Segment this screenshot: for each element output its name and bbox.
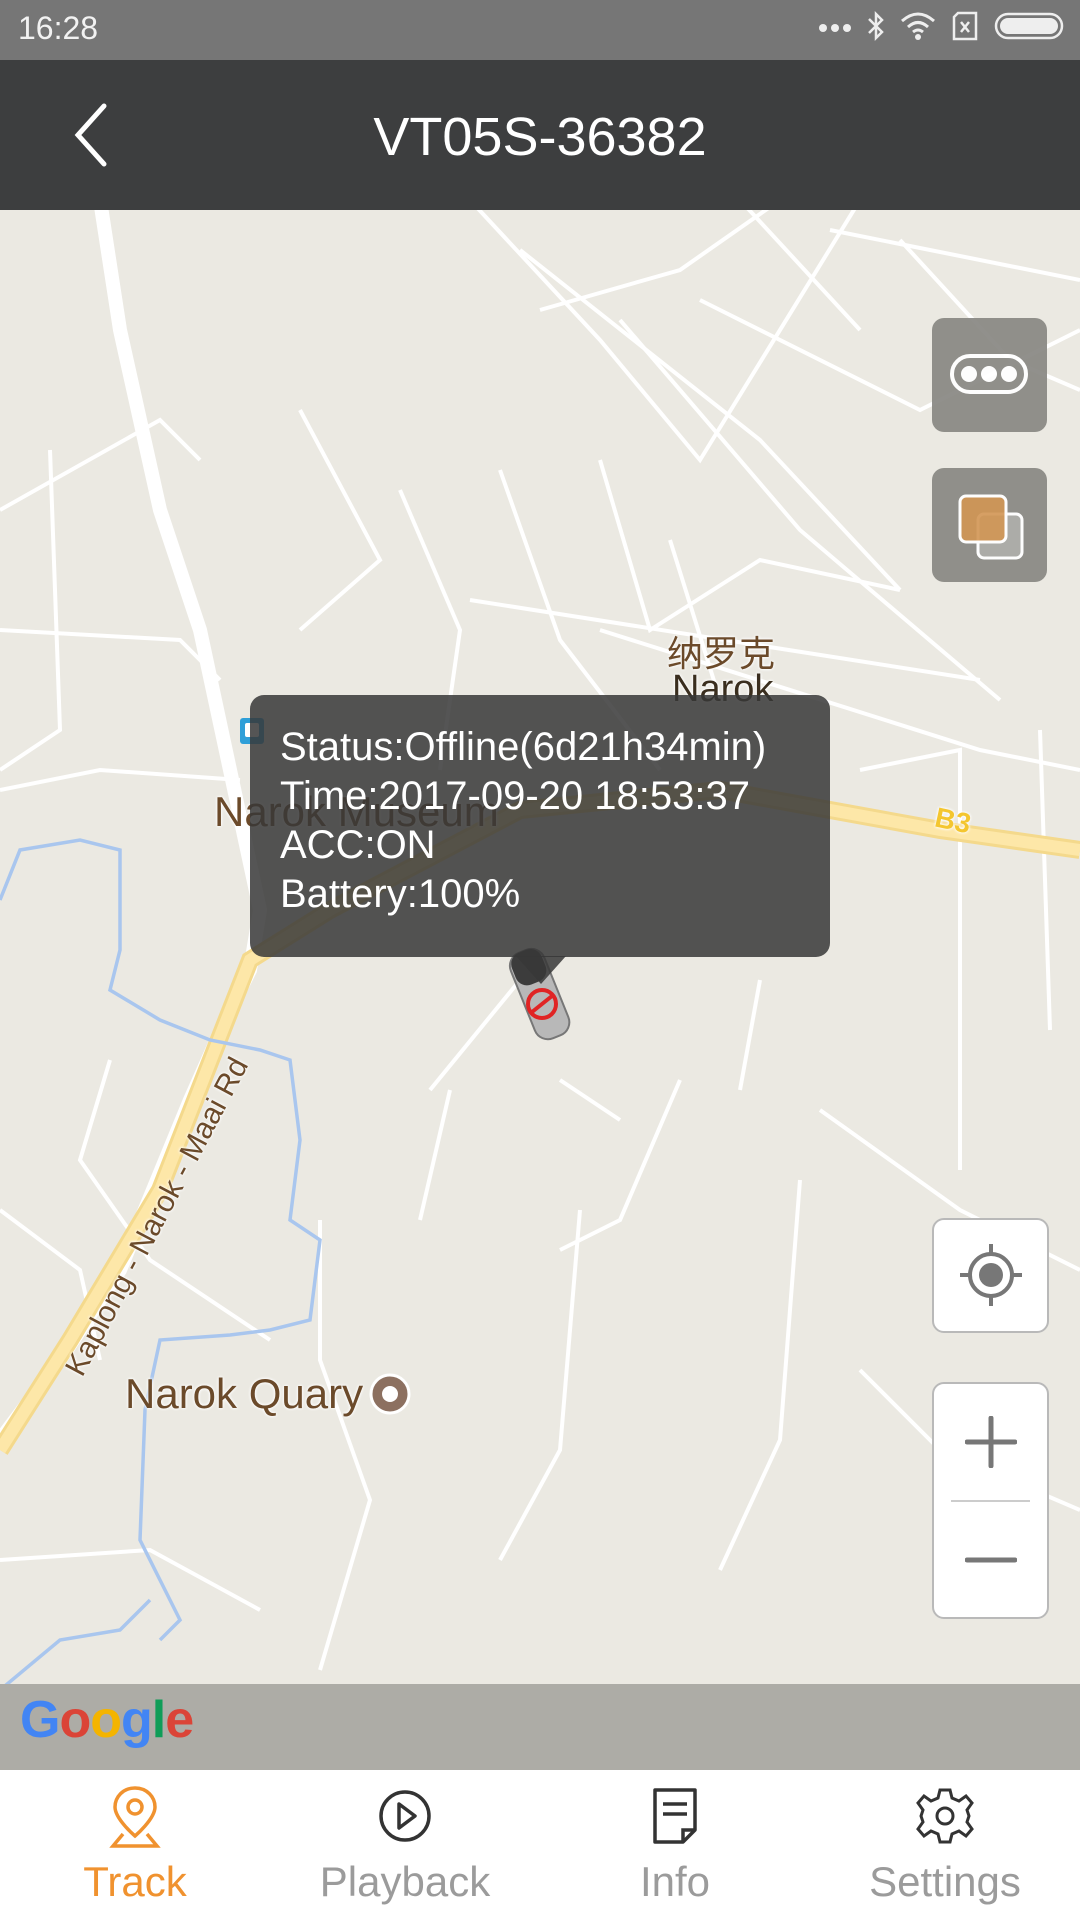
tab-settings-label: Settings (869, 1858, 1021, 1905)
tab-info-label: Info (639, 1858, 711, 1905)
zoom-out-button[interactable] (934, 1502, 1047, 1617)
tab-track-label: Track (83, 1858, 187, 1905)
status-bar: 16:28 (0, 0, 1080, 60)
document-icon (653, 1788, 697, 1844)
app-header: VT05S-36382 (0, 60, 1080, 210)
status-icons (818, 10, 1066, 42)
quarry-poi-icon (369, 1373, 411, 1415)
bluetooth-icon (868, 10, 884, 42)
tab-playback-label: Playback (319, 1858, 491, 1905)
tab-settings[interactable]: Settings (810, 1770, 1080, 1920)
bottom-nav: Track Playback Info Settings (0, 1770, 1080, 1920)
gear-icon (916, 1788, 974, 1844)
play-circle-icon (379, 1790, 431, 1842)
wifi-icon (901, 12, 935, 40)
map-view[interactable]: 纳罗克 Narok Narok Museum B3 Kaplong - Naro… (0, 210, 1080, 1770)
no-sim-icon (952, 11, 978, 41)
layers-icon (958, 494, 1024, 560)
battery-icon (994, 12, 1064, 40)
more-icon (950, 354, 1028, 394)
tab-track[interactable]: Track (0, 1770, 270, 1920)
popup-pointer (516, 956, 566, 984)
map-layers-button[interactable] (932, 468, 1047, 582)
locate-button[interactable] (932, 1218, 1049, 1333)
minus-icon (964, 1557, 1017, 1562)
zoom-in-button[interactable] (934, 1384, 1047, 1500)
popup-acc: ACC:ON (280, 823, 436, 867)
zoom-controls (932, 1382, 1049, 1619)
locate-icon (960, 1244, 1022, 1306)
tab-info[interactable]: Info (540, 1770, 810, 1920)
more-button[interactable] (932, 318, 1047, 432)
more-dots-icon (819, 24, 851, 32)
popup-battery: Battery:100% (280, 872, 521, 916)
vehicle-info-popup: Status:Offline(6d21h34min) Time:2017-09-… (250, 695, 830, 957)
google-logo: Google (20, 1691, 194, 1749)
location-pin-icon (109, 1786, 161, 1848)
plus-icon (964, 1416, 1017, 1468)
map-label-quarry: Narok Quary (125, 1370, 364, 1417)
tab-playback[interactable]: Playback (270, 1770, 540, 1920)
popup-time: Time:2017-09-20 18:53:37 (280, 774, 750, 818)
popup-status: Status:Offline(6d21h34min) (280, 725, 767, 769)
page-title: VT05S-36382 (373, 107, 707, 167)
status-time: 16:28 (18, 10, 99, 46)
